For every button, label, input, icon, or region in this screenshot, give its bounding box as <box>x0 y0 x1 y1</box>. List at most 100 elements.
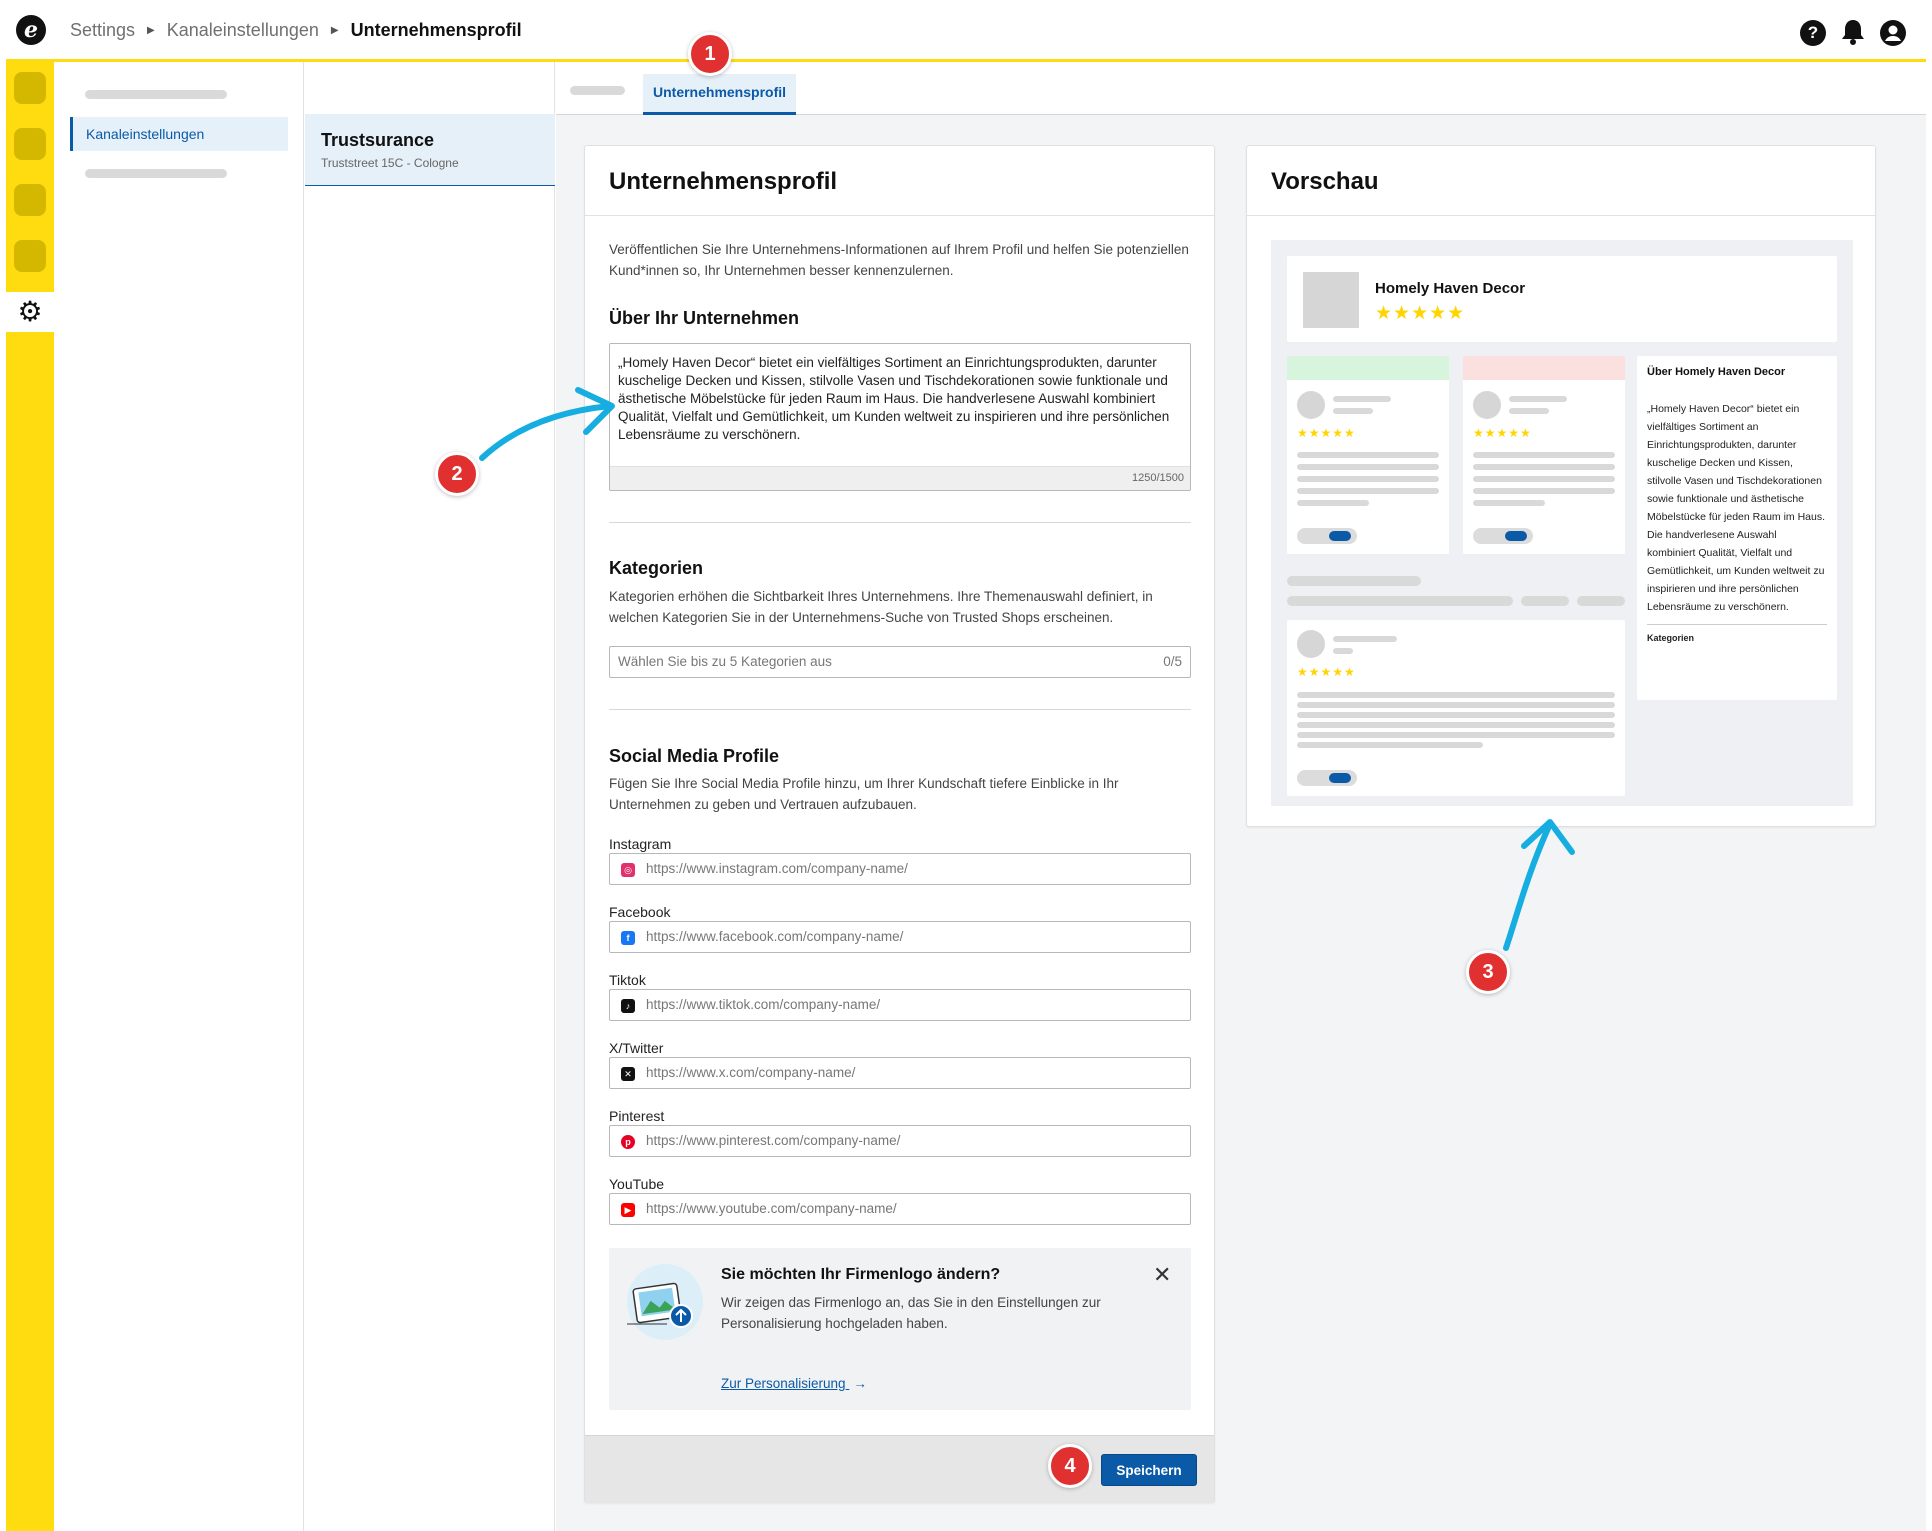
instagram-input[interactable]: ◎ https://www.instagram.com/company-name… <box>609 853 1191 885</box>
user-circle-icon[interactable] <box>1880 20 1906 46</box>
x-twitter-label: X/Twitter <box>609 1040 664 1056</box>
pinterest-input[interactable]: p https://www.pinterest.com/company-name… <box>609 1125 1191 1157</box>
preview-line <box>1297 702 1615 708</box>
about-textarea-value: „Homely Haven Decor“ bietet ein vielfält… <box>618 355 1170 442</box>
preview-line <box>1297 742 1483 748</box>
preview-line <box>1333 636 1397 642</box>
channel-item-trustsurance[interactable]: Trustsurance Truststreet 15C - Cologne <box>305 114 555 186</box>
preview-line <box>1297 732 1615 738</box>
preview-about-text: „Homely Haven Decor“ bietet ein vielfält… <box>1647 403 1825 613</box>
channel-list <box>305 62 555 1531</box>
preview-avatar <box>1297 391 1325 419</box>
breadcrumb: Settings ▶ Kanaleinstellungen ▶ Unterneh… <box>70 20 522 41</box>
youtube-input[interactable]: ▶ https://www.youtube.com/company-name/ <box>609 1193 1191 1225</box>
breadcrumb-kanaleinstellungen[interactable]: Kanaleinstellungen <box>167 20 319 41</box>
gear-icon[interactable]: ⚙ <box>6 292 54 332</box>
preview-line <box>1509 396 1567 402</box>
preview-line <box>1297 500 1369 506</box>
left-rail <box>6 62 54 1531</box>
callout-badge-1: 1 <box>688 32 732 76</box>
save-button[interactable]: Speichern <box>1101 1454 1197 1486</box>
preview-line <box>1297 692 1615 698</box>
categories-select[interactable]: Wählen Sie bis zu 5 Kategorien aus 0/5 <box>609 646 1191 678</box>
channel-address: Truststreet 15C - Cologne <box>321 156 459 170</box>
facebook-label: Facebook <box>609 904 671 920</box>
rail-item-placeholder[interactable] <box>14 72 46 104</box>
preview-company-header: Homely Haven Decor ★★★★★ <box>1287 256 1837 342</box>
preview-line <box>1297 452 1439 458</box>
youtube-icon: ▶ <box>621 1203 635 1217</box>
tiktok-label: Tiktok <box>609 972 646 988</box>
preview-review-card: ★★★★★ <box>1287 356 1449 554</box>
arrow-right-icon: → <box>853 1376 867 1391</box>
facebook-input[interactable]: f https://www.facebook.com/company-name/ <box>609 921 1191 953</box>
preview-line <box>1473 476 1615 482</box>
logo-info-banner: Sie möchten Ihr Firmenlogo ändern? Wir z… <box>609 1248 1191 1410</box>
close-icon[interactable]: ✕ <box>1153 1262 1171 1288</box>
image-upload-illustration-icon <box>627 1264 703 1340</box>
bell-icon[interactable] <box>1840 18 1866 46</box>
preview-company-name: Homely Haven Decor <box>1375 280 1526 297</box>
preview-line <box>1297 712 1615 718</box>
categories-counter: 0/5 <box>1163 654 1182 669</box>
x-twitter-input[interactable]: ✕ https://www.x.com/company-name/ <box>609 1057 1191 1089</box>
preview-review-band <box>1287 356 1449 380</box>
callout-badge-2: 2 <box>435 452 479 496</box>
preview-review-stars: ★★★★★ <box>1297 665 1356 679</box>
pinterest-icon: p <box>621 1135 635 1149</box>
about-textarea[interactable]: „Homely Haven Decor“ bietet ein vielfält… <box>609 343 1191 491</box>
preview-line <box>1297 488 1439 494</box>
rail-item-placeholder[interactable] <box>14 240 46 272</box>
rail-item-placeholder[interactable] <box>14 184 46 216</box>
about-char-counter: 1250/1500 <box>610 466 1190 490</box>
tab-placeholder[interactable] <box>570 86 625 95</box>
social-description: Fügen Sie Ihre Social Media Profile hinz… <box>609 776 1119 812</box>
youtube-placeholder: https://www.youtube.com/company-name/ <box>646 1201 897 1216</box>
preview-line <box>1473 464 1615 470</box>
breadcrumb-separator-icon: ▶ <box>330 25 339 36</box>
preview-line <box>1521 596 1569 606</box>
app-logo-icon[interactable]: e <box>16 15 46 45</box>
instagram-icon: ◎ <box>621 863 635 877</box>
preview-review-card: ★★★★★ <box>1463 356 1625 554</box>
breadcrumb-current: Unternehmensprofil <box>350 20 522 40</box>
preview-panel: Vorschau Homely Haven Decor ★★★★★ ★★★★★ <box>1246 145 1876 827</box>
tiktok-icon: ♪ <box>621 999 635 1013</box>
preview-line <box>1473 500 1545 506</box>
personalization-link[interactable]: Zur Personalisierung → <box>721 1376 867 1391</box>
callout-badge-4: 4 <box>1048 1444 1092 1488</box>
preview-review-band <box>1463 356 1625 380</box>
preview-line <box>1297 476 1439 482</box>
preview-rating-stars: ★★★★★ <box>1375 303 1466 324</box>
tab-unternehmensprofil[interactable]: Unternehmensprofil <box>643 74 797 115</box>
preview-avatar <box>1473 391 1501 419</box>
preview-review-stars: ★★★★★ <box>1473 426 1532 440</box>
form-footer: Speichern <box>585 1435 1214 1503</box>
rail-item-placeholder[interactable] <box>14 128 46 160</box>
facebook-placeholder: https://www.facebook.com/company-name/ <box>646 929 904 944</box>
form-title: Unternehmensprofil <box>585 146 1214 216</box>
preview-line <box>1333 648 1353 654</box>
settings-nav <box>54 62 304 1531</box>
form-intro: Veröffentlichen Sie Ihre Unternehmens-In… <box>609 242 1189 278</box>
preview-line <box>1473 488 1615 494</box>
preview-line <box>1333 396 1391 402</box>
preview-about-box: Über Homely Haven Decor „Homely Haven De… <box>1637 356 1837 700</box>
youtube-label: YouTube <box>609 1176 665 1192</box>
nav-item-placeholder[interactable] <box>85 169 227 178</box>
social-heading: Social Media Profile <box>609 746 780 766</box>
breadcrumb-settings[interactable]: Settings <box>70 20 135 41</box>
instagram-placeholder: https://www.instagram.com/company-name/ <box>646 861 908 876</box>
annotation-arrow-3 <box>1503 819 1575 951</box>
preview-review-card: ★★★★★ <box>1287 620 1625 796</box>
tiktok-input[interactable]: ♪ https://www.tiktok.com/company-name/ <box>609 989 1191 1021</box>
preview-avatar <box>1297 630 1325 658</box>
banner-text: Wir zeigen das Firmenlogo an, das Sie in… <box>721 1295 1101 1331</box>
channel-name: Trustsurance <box>321 130 435 150</box>
preview-logo-placeholder <box>1303 272 1359 328</box>
nav-item-kanaleinstellungen[interactable]: Kanaleinstellungen <box>70 117 288 151</box>
question-circle-icon[interactable]: ? <box>1800 20 1826 46</box>
preview-review-stars: ★★★★★ <box>1297 426 1356 440</box>
nav-item-placeholder[interactable] <box>85 90 227 99</box>
preview-title: Vorschau <box>1247 146 1875 216</box>
